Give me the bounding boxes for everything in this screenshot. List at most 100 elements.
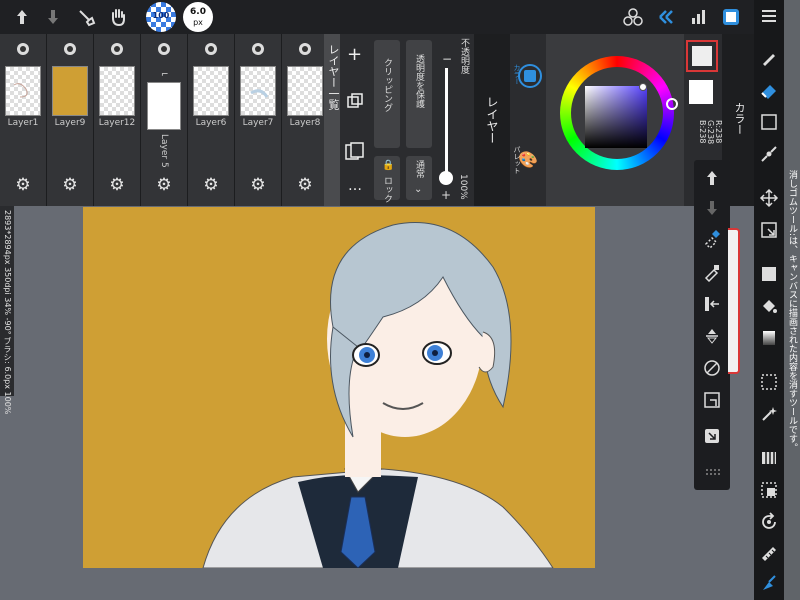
undo-icon[interactable] xyxy=(11,6,33,28)
gear-icon[interactable]: ⚙ xyxy=(296,176,314,194)
eye-icon[interactable] xyxy=(251,42,265,56)
layers-panel-title-strip: レイヤー一覧 xyxy=(324,34,340,206)
add-layer-button[interactable]: + xyxy=(347,44,362,65)
gear-icon[interactable]: ⚙ xyxy=(14,176,32,194)
tool-hint-text: 消しゴムツール:は、キャンバスに描画された内容を消すツールです。 xyxy=(787,170,797,453)
layer-icon[interactable] xyxy=(656,6,678,28)
select-pen-tool-icon[interactable] xyxy=(759,480,779,500)
opacity-badge[interactable]: 100 xyxy=(146,2,176,32)
layer-name: Layer9 xyxy=(54,118,86,128)
rectangle-tool-icon[interactable] xyxy=(759,112,779,132)
background-color-swatch[interactable] xyxy=(689,80,713,104)
tab-color[interactable]: カラー xyxy=(512,64,522,85)
transform-icon[interactable] xyxy=(702,390,722,410)
hue-picker-handle[interactable] xyxy=(666,98,678,110)
opacity-knob[interactable] xyxy=(439,171,453,185)
layer-thumbnail xyxy=(193,66,229,116)
duplicate-layer-icon[interactable] xyxy=(346,92,364,114)
brush-tool-icon[interactable] xyxy=(759,48,779,68)
foreground-color-swatch[interactable] xyxy=(686,40,718,72)
more-options-icon[interactable]: … xyxy=(348,178,362,194)
bucket-tool-icon[interactable] xyxy=(759,296,779,316)
copy-layer-button[interactable] xyxy=(344,142,366,166)
protect-alpha-button[interactable]: 透明度を保護 xyxy=(406,40,432,148)
clipping-button[interactable]: クリッピング xyxy=(374,40,400,148)
gear-icon[interactable]: ⚙ xyxy=(202,176,220,194)
eye-icon[interactable] xyxy=(16,42,30,56)
clear-icon[interactable] xyxy=(702,358,722,378)
undo-icon[interactable] xyxy=(702,168,722,188)
ruler-tool-icon[interactable] xyxy=(759,544,779,564)
color-tabs: カラー 🎨 パレット xyxy=(510,34,546,206)
layer-props-title-strip: レイヤー xyxy=(474,34,510,206)
tool-hint-strip: 消しゴムツール:は、キャンバスに描画された内容を消すツールです。 xyxy=(784,0,800,600)
gear-icon[interactable]: ⚙ xyxy=(61,176,79,194)
paint-tool-icon[interactable] xyxy=(759,572,779,592)
layer-thumbnail xyxy=(52,66,88,116)
canvas-icon[interactable] xyxy=(720,6,742,28)
gear-icon[interactable]: ⚙ xyxy=(155,176,173,194)
selection-tool-icon[interactable] xyxy=(759,372,779,392)
opacity-badge-label: 100 xyxy=(152,11,170,20)
layer-thumbnail xyxy=(5,66,41,116)
rotate-tool-icon[interactable] xyxy=(759,512,779,532)
flip-vertical-icon[interactable] xyxy=(702,326,722,346)
eye-icon[interactable] xyxy=(110,42,124,56)
transform-tool-icon[interactable] xyxy=(759,220,779,240)
layer-actions: + … xyxy=(340,34,370,206)
move-left-icon[interactable] xyxy=(702,294,722,314)
material-icon[interactable] xyxy=(622,6,644,28)
drawing-canvas[interactable] xyxy=(83,207,595,568)
gear-icon[interactable]: ⚙ xyxy=(249,176,267,194)
blend-mode-select[interactable]: 通常 ⌄ xyxy=(406,156,432,200)
layer-name: Layer1 xyxy=(7,118,39,128)
chart-icon[interactable] xyxy=(688,6,710,28)
hidden-dialog-edge xyxy=(728,228,740,374)
saturation-value-square[interactable] xyxy=(585,86,647,148)
eye-icon[interactable] xyxy=(204,42,218,56)
layer-name: Layer 5 xyxy=(159,134,169,168)
gradient-tool-icon[interactable] xyxy=(759,328,779,348)
eraser-tool-icon[interactable] xyxy=(759,80,779,100)
clipping-label: クリッピング xyxy=(382,58,392,112)
magic-wand-tool-icon[interactable] xyxy=(759,404,779,424)
eye-icon[interactable] xyxy=(298,42,312,56)
redo-icon[interactable] xyxy=(702,198,722,218)
eyedropper-icon[interactable] xyxy=(702,262,722,283)
layer-item[interactable]: Layer8 ⚙ xyxy=(282,34,329,206)
clip-marker-icon: ⌐ xyxy=(161,70,169,80)
lock-button[interactable]: ロック 🔒 xyxy=(374,156,400,203)
brush-size-button[interactable]: 6.0 px xyxy=(183,2,213,32)
layer-item[interactable]: Layer6 ⚙ xyxy=(188,34,235,206)
fill-tool-icon[interactable] xyxy=(759,264,779,284)
opacity-decrease-button[interactable]: − xyxy=(442,52,452,66)
hand-icon[interactable] xyxy=(107,6,129,28)
opacity-value: 100% xyxy=(458,174,468,200)
layer-item[interactable]: Layer9 ⚙ xyxy=(47,34,94,206)
lock-label: ロック xyxy=(382,176,392,203)
menu-icon[interactable] xyxy=(759,6,779,26)
opacity-track[interactable] xyxy=(445,68,448,178)
eye-icon[interactable] xyxy=(157,42,171,56)
pen-curve-tool-icon[interactable] xyxy=(759,144,779,164)
chevron-down-icon: ⌄ xyxy=(414,184,423,195)
layer-item[interactable]: Layer1 ⚙ xyxy=(0,34,47,206)
floating-toolbar xyxy=(694,160,730,490)
fill-selection-icon[interactable] xyxy=(702,426,722,446)
eye-icon[interactable] xyxy=(63,42,77,56)
opacity-increase-button[interactable]: + xyxy=(441,188,451,202)
frame-divider-tool-icon[interactable] xyxy=(759,448,779,468)
layer-item[interactable]: ⌐ Layer 5 ⚙ xyxy=(141,34,188,206)
move-tool-icon[interactable] xyxy=(759,188,779,208)
layer-thumbnail xyxy=(147,82,181,130)
eyedropper-icon[interactable] xyxy=(75,6,97,28)
eraser-icon[interactable] xyxy=(702,230,722,250)
sv-picker-handle[interactable] xyxy=(639,83,647,91)
layer-name: Layer8 xyxy=(289,118,321,128)
redo-icon[interactable] xyxy=(42,6,64,28)
layer-item[interactable]: Layer7 ⚙ xyxy=(235,34,282,206)
tab-palette[interactable]: パレット xyxy=(512,146,522,174)
layer-item[interactable]: Layer12 ⚙ xyxy=(94,34,141,206)
gear-icon[interactable]: ⚙ xyxy=(108,176,126,194)
grip-icon[interactable] xyxy=(702,462,722,482)
